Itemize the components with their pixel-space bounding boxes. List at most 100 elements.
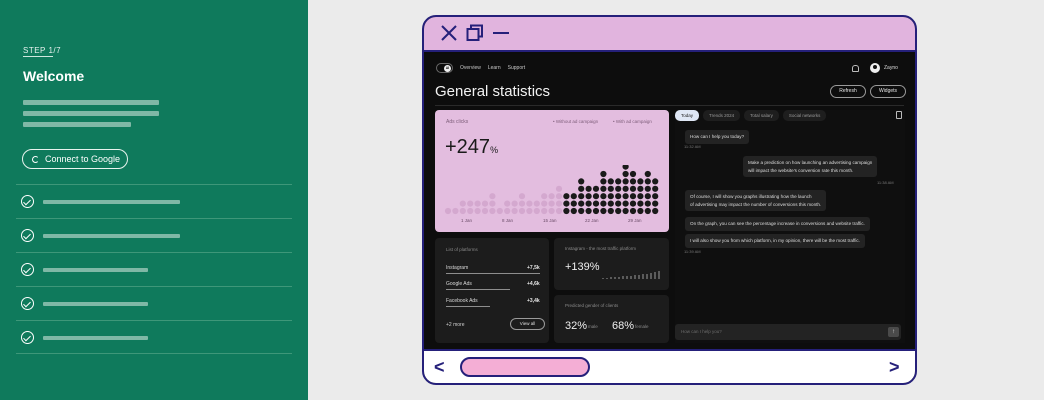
chat-message: On the graph, you can see the percentage… [685, 217, 870, 231]
checklist-item[interactable] [16, 218, 292, 252]
view-all-button[interactable]: View all [510, 318, 545, 330]
female-label: female [635, 324, 649, 329]
chart-dot [652, 207, 659, 215]
chart-dot [644, 193, 651, 200]
chat-message: I will also show you from which platform… [685, 234, 865, 248]
message-time: 11:32 AM [684, 144, 701, 149]
chart-dot [548, 207, 555, 215]
chart-dot [563, 200, 570, 207]
google-icon [32, 155, 39, 163]
chart-dot [518, 207, 526, 215]
chart-dot [467, 200, 474, 207]
description-line [23, 100, 159, 105]
checklist-item[interactable] [16, 286, 292, 320]
nav-learn[interactable]: Learn [488, 65, 501, 71]
chart-dot [459, 207, 466, 215]
chat-input[interactable]: How can I help you? ↑ [675, 324, 901, 340]
refresh-button[interactable]: Refresh [830, 85, 866, 98]
male-value: 32% [565, 320, 588, 332]
nav-overview[interactable]: Overview [460, 65, 481, 71]
chart-dot [578, 178, 585, 185]
chart-dot [504, 207, 511, 215]
more-platforms[interactable]: +2 more [446, 322, 464, 328]
chart-dot [496, 207, 503, 215]
scroll-pill[interactable] [460, 357, 590, 377]
bell-icon[interactable] [852, 65, 859, 72]
chart-dot [644, 170, 651, 178]
checklist-item[interactable] [16, 252, 292, 286]
document-icon[interactable] [896, 111, 902, 119]
chart-dot [615, 200, 622, 207]
chart-dot [629, 170, 637, 178]
chart-dot [563, 207, 570, 215]
chart-dot [622, 193, 629, 200]
chat-panel: Today Trends 2024 Total salary Social ne… [675, 110, 905, 343]
tab-trends[interactable]: Trends 2024 [703, 110, 741, 121]
ads-clicks-card: Ads clicks • Without ad campaign • With … [435, 110, 669, 232]
chart-dot [541, 207, 548, 215]
widgets-button[interactable]: Widgets [870, 85, 906, 98]
chart-dot [629, 200, 637, 207]
platform-value: +3,4k [527, 298, 540, 304]
chart-dot [622, 165, 629, 170]
platform-value: +7,5k [527, 265, 540, 271]
minimize-icon[interactable] [492, 24, 510, 42]
close-icon[interactable] [440, 24, 458, 42]
checklist-item[interactable] [16, 320, 292, 354]
chart-dot [592, 185, 600, 192]
platform-name: Facebook Ads [446, 298, 478, 304]
nav-support[interactable]: Support [508, 65, 526, 71]
chart-dot [563, 193, 570, 200]
connect-google-label: Connect to Google [45, 154, 121, 164]
dot-matrix-chart [444, 165, 659, 215]
check-circle-icon [21, 229, 34, 242]
chart-dot [600, 200, 607, 207]
chart-dot [629, 193, 637, 200]
chart-dot [615, 193, 622, 200]
checklist-item[interactable] [16, 184, 292, 218]
chat-message: Make a prediction on how launching an ad… [743, 156, 878, 178]
chart-dot [533, 207, 540, 215]
onboarding-panel: STEP 1/7 Welcome Connect to Google [0, 0, 308, 400]
avatar [870, 63, 880, 73]
user-menu[interactable]: Zayno [870, 63, 898, 73]
chart-dot [607, 207, 614, 215]
chat-tabs: Today Trends 2024 Total salary Social ne… [675, 110, 827, 121]
connect-google-button[interactable]: Connect to Google [22, 149, 128, 169]
tab-social-networks[interactable]: Social networks [782, 110, 827, 121]
platform-name: Instagram [446, 265, 469, 271]
maximize-icon[interactable] [466, 24, 484, 42]
chart-dot [600, 207, 607, 215]
chart-dot [585, 185, 592, 192]
chart-dot [489, 193, 496, 200]
ai-badge: AI [444, 65, 451, 72]
card-label: Ads clicks [446, 119, 469, 125]
chart-dot [600, 193, 607, 200]
legend-with: • With ad campaign [613, 119, 652, 124]
chart-dot [585, 207, 592, 215]
chart-dot [444, 207, 452, 215]
chart-dot [607, 178, 614, 185]
description-line [23, 122, 131, 127]
chart-dot [459, 200, 466, 207]
chart-dot [600, 170, 607, 178]
x-label: 22 Jan [585, 218, 599, 223]
traffic-card: Instagram - the most traffic platform +1… [554, 238, 669, 290]
send-button[interactable]: ↑ [888, 327, 899, 337]
back-arrow-icon[interactable]: < [434, 358, 445, 376]
chart-dot [629, 178, 637, 185]
ai-toggle[interactable]: AI [436, 63, 453, 73]
tab-today[interactable]: Today [675, 110, 700, 121]
chart-dot [592, 193, 600, 200]
chart-dot [518, 193, 526, 200]
forward-arrow-icon[interactable]: > [889, 358, 900, 376]
chart-dot [592, 207, 600, 215]
chart-dot [637, 185, 644, 192]
chart-dot [578, 185, 585, 192]
chart-dot [607, 193, 614, 200]
window-bottombar: < > [424, 349, 915, 383]
platform-value: +4,6k [527, 281, 540, 287]
chart-dot [637, 193, 644, 200]
message-time: 11:39 AM [684, 249, 701, 254]
tab-total-salary[interactable]: Total salary [744, 110, 779, 121]
